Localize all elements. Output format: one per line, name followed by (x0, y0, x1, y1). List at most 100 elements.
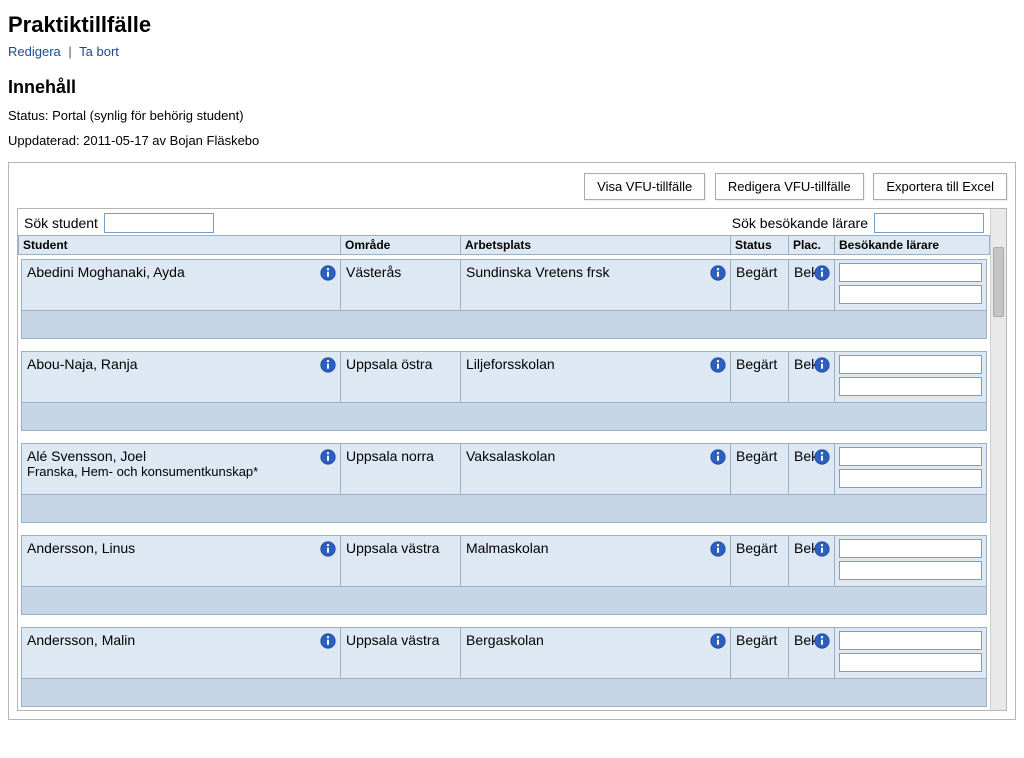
show-vfu-button[interactable]: Visa VFU-tillfälle (584, 173, 705, 200)
col-header-omrade[interactable]: Område (340, 236, 460, 255)
row-footer (21, 679, 987, 707)
delete-link[interactable]: Ta bort (79, 44, 119, 59)
cell-status: Begärt (731, 352, 789, 402)
search-student-input[interactable] (104, 213, 214, 233)
student-name: Andersson, Malin (27, 632, 316, 648)
col-header-teacher[interactable]: Besökande lärare (834, 236, 990, 255)
visiting-teacher-input-2[interactable] (839, 653, 982, 672)
cell-arbetsplats: Bergaskolan (461, 628, 731, 678)
search-teacher-label: Sök besökande lärare (732, 215, 868, 231)
edit-link[interactable]: Redigera (8, 44, 61, 59)
cell-student: Alé Svensson, JoelFranska, Hem- och kons… (22, 444, 341, 494)
page-actions: Redigera | Ta bort (8, 44, 1016, 59)
cell-status: Begärt (731, 536, 789, 586)
info-icon[interactable] (320, 357, 336, 373)
info-icon[interactable] (814, 265, 830, 281)
cell-plac: Bekr. (789, 444, 835, 494)
search-row: Sök student Sök besökande lärare (18, 209, 990, 235)
section-heading: Innehåll (8, 77, 1016, 98)
info-icon[interactable] (814, 541, 830, 557)
vertical-scrollbar[interactable] (990, 209, 1006, 710)
info-icon[interactable] (710, 265, 726, 281)
cell-plac: Bekr. (789, 628, 835, 678)
visiting-teacher-input-2[interactable] (839, 285, 982, 304)
visiting-teacher-input-1[interactable] (839, 355, 982, 374)
cell-arbetsplats: Liljeforsskolan (461, 352, 731, 402)
cell-student: Abou-Naja, Ranja (22, 352, 341, 402)
cell-plac: Bekr. (789, 260, 835, 310)
cell-omrade: Uppsala norra (341, 444, 461, 494)
info-icon[interactable] (814, 357, 830, 373)
visiting-teacher-input-1[interactable] (839, 447, 982, 466)
info-icon[interactable] (710, 541, 726, 557)
student-name: Abou-Naja, Ranja (27, 356, 316, 372)
info-icon[interactable] (814, 449, 830, 465)
student-subline: Franska, Hem- och konsumentkunskap* (27, 464, 316, 479)
cell-status: Begärt (731, 260, 789, 310)
visiting-teacher-input-1[interactable] (839, 631, 982, 650)
cell-teacher (835, 628, 986, 678)
table-row: Abou-Naja, Ranja Uppsala östra Liljeforssk… (21, 351, 987, 431)
table-row: Abedini Moghanaki, Ayda Västerås Sundinska… (21, 259, 987, 339)
info-icon[interactable] (320, 541, 336, 557)
info-icon[interactable] (320, 265, 336, 281)
cell-plac: Bekr. (789, 352, 835, 402)
cell-status: Begärt (731, 628, 789, 678)
cell-teacher (835, 352, 986, 402)
cell-omrade: Uppsala västra (341, 628, 461, 678)
arbetsplats-text: Liljeforsskolan (466, 356, 555, 372)
visiting-teacher-input-1[interactable] (839, 539, 982, 558)
cell-teacher (835, 444, 986, 494)
updated-line: Uppdaterad: 2011-05-17 av Bojan Fläskebo (8, 133, 1016, 148)
export-excel-button[interactable]: Exportera till Excel (873, 173, 1007, 200)
info-icon[interactable] (320, 449, 336, 465)
cell-omrade: Uppsala östra (341, 352, 461, 402)
arbetsplats-text: Malmaskolan (466, 540, 548, 556)
cell-teacher (835, 260, 986, 310)
scrollbar-thumb[interactable] (993, 247, 1004, 317)
table-row: Alé Svensson, JoelFranska, Hem- och kons… (21, 443, 987, 523)
info-icon[interactable] (710, 633, 726, 649)
info-icon[interactable] (710, 449, 726, 465)
table-row: Andersson, Malin Uppsala västra Bergaskola… (21, 627, 987, 707)
info-icon[interactable] (710, 357, 726, 373)
col-header-arbetsplats[interactable]: Arbetsplats (460, 236, 730, 255)
info-icon[interactable] (814, 633, 830, 649)
status-line: Status: Portal (synlig för behörig stude… (8, 108, 1016, 123)
toolbar: Visa VFU-tillfälle Redigera VFU-tillfäll… (17, 171, 1007, 208)
search-teacher-input[interactable] (874, 213, 984, 233)
visiting-teacher-input-2[interactable] (839, 469, 982, 488)
table-row: Andersson, Linus Uppsala västra Malmaskola… (21, 535, 987, 615)
cell-omrade: Västerås (341, 260, 461, 310)
table-scroll-area: Sök student Sök besökande lärare Student… (17, 208, 1007, 711)
cell-student: Abedini Moghanaki, Ayda (22, 260, 341, 310)
col-header-plac[interactable]: Plac. (788, 236, 834, 255)
arbetsplats-text: Sundinska Vretens frsk (466, 264, 609, 280)
row-footer (21, 587, 987, 615)
student-name: Alé Svensson, Joel (27, 448, 316, 464)
cell-arbetsplats: Malmaskolan (461, 536, 731, 586)
cell-arbetsplats: Vaksalaskolan (461, 444, 731, 494)
visiting-teacher-input-2[interactable] (839, 377, 982, 396)
separator: | (68, 44, 71, 59)
arbetsplats-text: Vaksalaskolan (466, 448, 555, 464)
student-name: Abedini Moghanaki, Ayda (27, 264, 316, 280)
page-title: Praktiktillfälle (8, 12, 1016, 38)
col-header-status[interactable]: Status (730, 236, 788, 255)
row-footer (21, 495, 987, 523)
cell-student: Andersson, Malin (22, 628, 341, 678)
cell-student: Andersson, Linus (22, 536, 341, 586)
cell-plac: Bekr. (789, 536, 835, 586)
visiting-teacher-input-1[interactable] (839, 263, 982, 282)
cell-omrade: Uppsala västra (341, 536, 461, 586)
arbetsplats-text: Bergaskolan (466, 632, 544, 648)
student-name: Andersson, Linus (27, 540, 316, 556)
cell-teacher (835, 536, 986, 586)
col-header-student[interactable]: Student (18, 236, 340, 255)
info-icon[interactable] (320, 633, 336, 649)
row-footer (21, 311, 987, 339)
visiting-teacher-input-2[interactable] (839, 561, 982, 580)
cell-arbetsplats: Sundinska Vretens frsk (461, 260, 731, 310)
edit-vfu-button[interactable]: Redigera VFU-tillfälle (715, 173, 864, 200)
search-student-label: Sök student (24, 215, 98, 231)
